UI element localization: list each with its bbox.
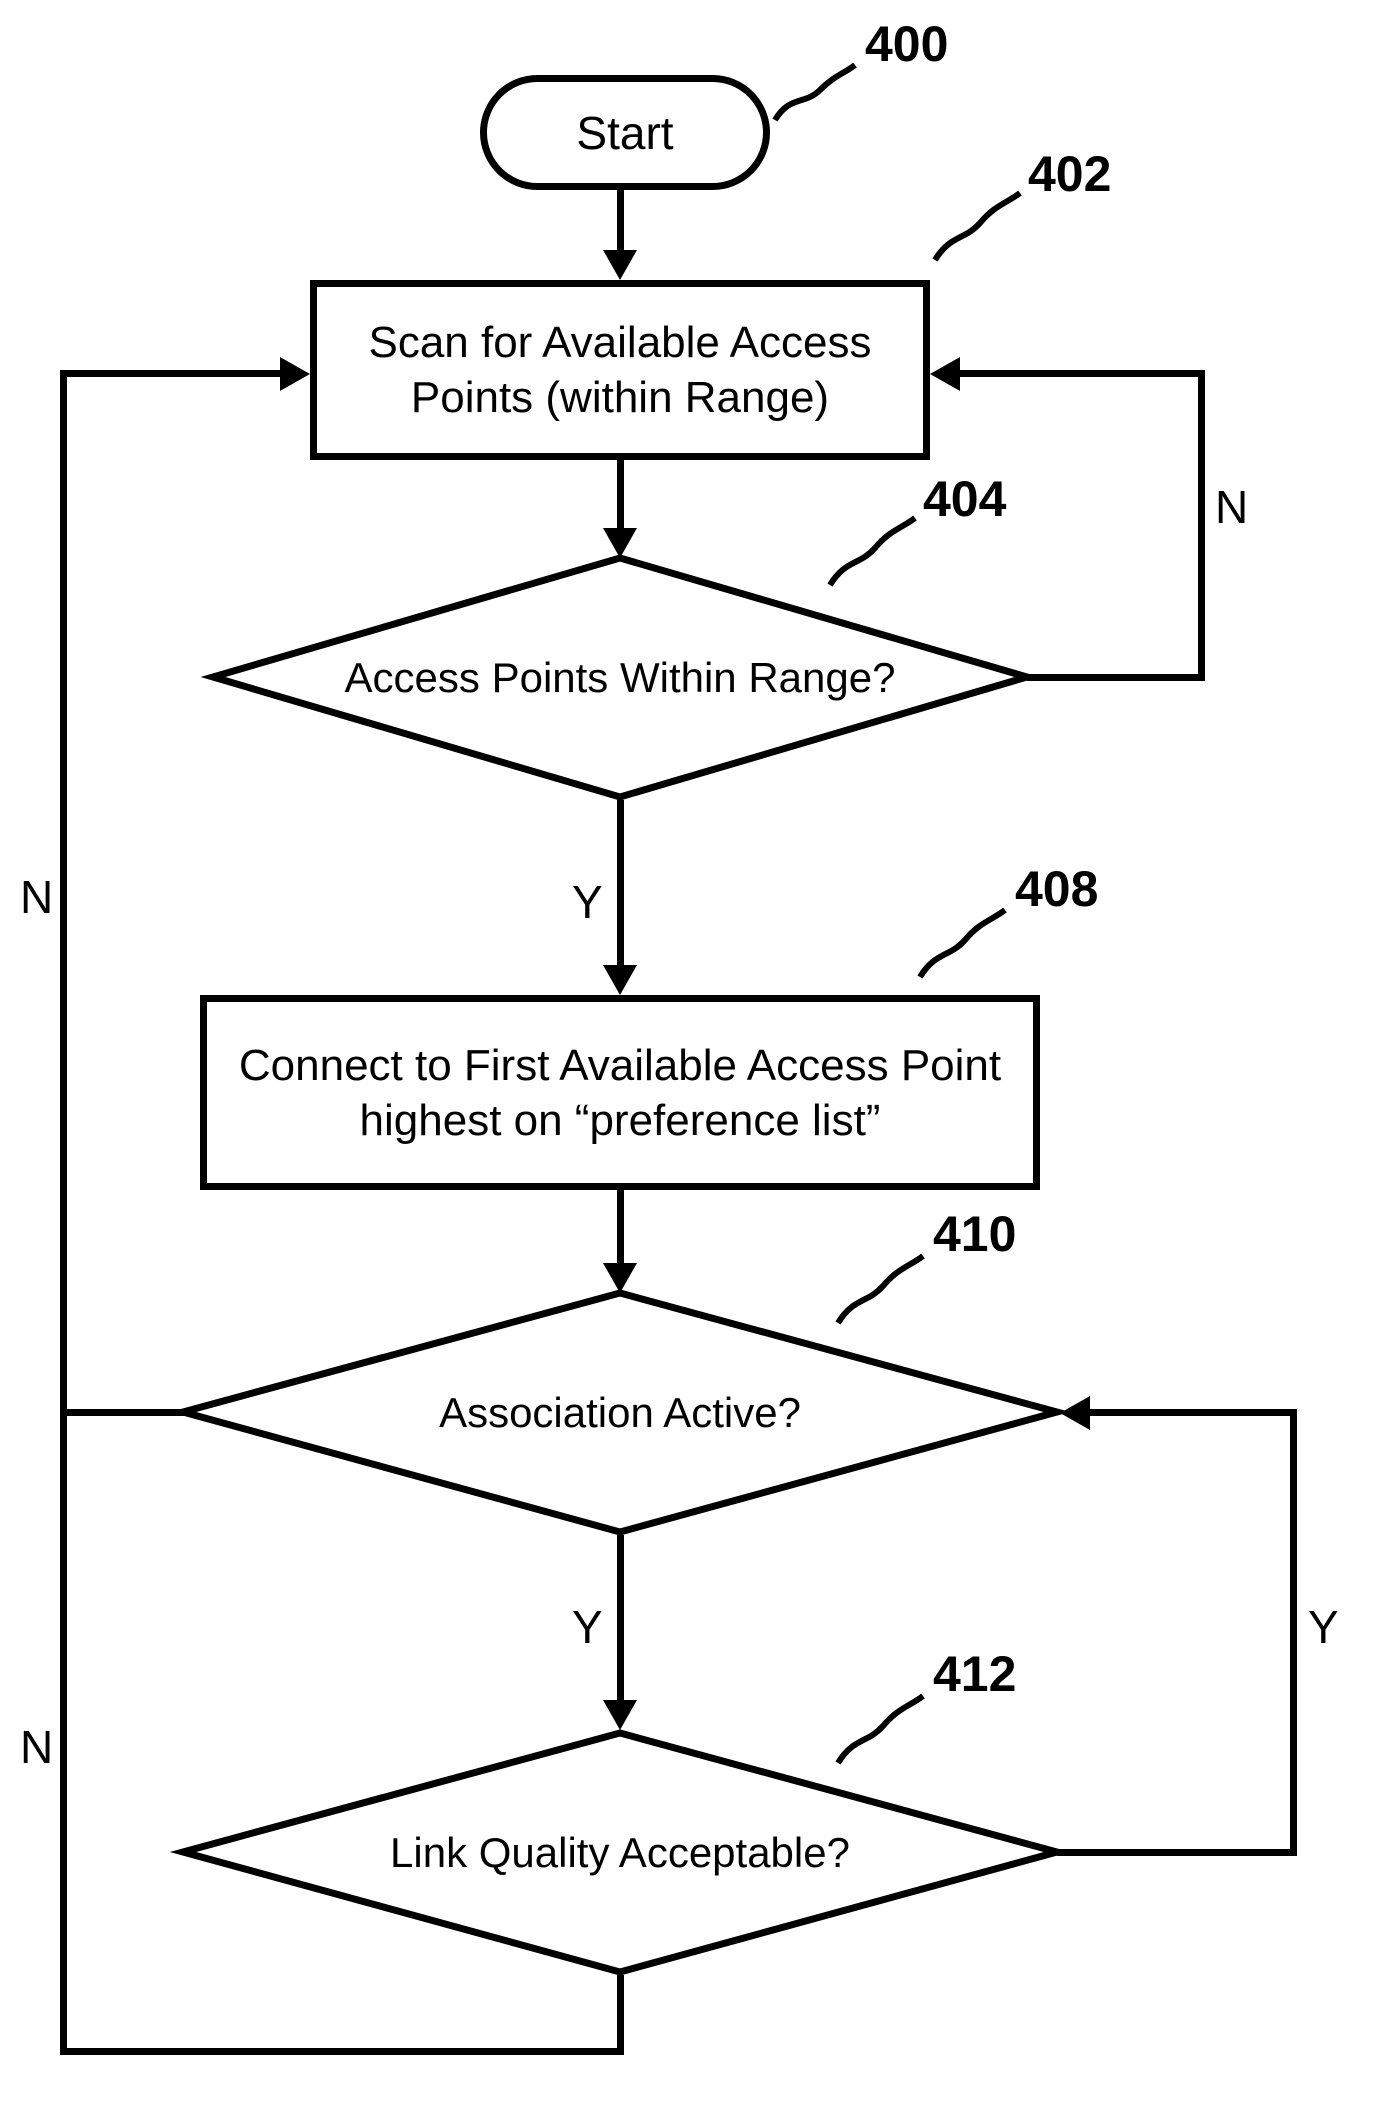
ref-408: 408 bbox=[1015, 860, 1098, 918]
edge-ap-no-h bbox=[1027, 674, 1205, 681]
ref-400: 400 bbox=[865, 15, 948, 73]
ref-402: 402 bbox=[1028, 145, 1111, 203]
edge-link-yes-v bbox=[1290, 1409, 1297, 1856]
edge-link-no-v1 bbox=[617, 1975, 624, 2055]
ref-leader-408 bbox=[920, 902, 1015, 982]
decision-assoc-active-label: Association Active? bbox=[180, 1387, 1060, 1437]
ref-leader-404 bbox=[830, 510, 925, 590]
arrowhead-scan-ap bbox=[603, 528, 637, 558]
edge-assoc-link bbox=[617, 1535, 624, 1703]
terminator-start: Start bbox=[480, 75, 770, 190]
decision-link-quality-label: Link Quality Acceptable? bbox=[180, 1827, 1060, 1877]
arrowhead-ap-connect bbox=[603, 965, 637, 995]
arrowhead-assoc-no bbox=[280, 357, 310, 391]
edge-label-link-yes: Y bbox=[1308, 1600, 1339, 1654]
edge-link-no-h bbox=[60, 2048, 624, 2055]
edge-connect-assoc bbox=[617, 1190, 624, 1265]
edge-ap-no-v bbox=[1198, 370, 1205, 681]
process-connect: Connect to First Available Access Point … bbox=[200, 995, 1040, 1190]
ref-410: 410 bbox=[933, 1205, 1016, 1263]
arrowhead-connect-assoc bbox=[603, 1263, 637, 1293]
arrowhead-link-yes bbox=[1060, 1396, 1090, 1430]
edge-scan-ap bbox=[617, 460, 624, 530]
ref-leader-400 bbox=[775, 55, 865, 135]
arrowhead-assoc-link bbox=[603, 1700, 637, 1730]
edge-link-yes-h2 bbox=[1090, 1409, 1295, 1416]
edge-label-ap-yes: Y bbox=[572, 875, 603, 929]
process-connect-label: Connect to First Available Access Point … bbox=[239, 1038, 1001, 1148]
ref-leader-412 bbox=[838, 1688, 933, 1768]
arrowhead-ap-no bbox=[930, 357, 960, 391]
edge-label-assoc-no: N bbox=[20, 870, 53, 924]
decision-ap-in-range: Access Points Within Range? bbox=[210, 555, 1030, 800]
ref-404: 404 bbox=[923, 470, 1006, 528]
edge-assoc-no-h bbox=[60, 1409, 186, 1416]
process-scan-label: Scan for Available Access Points (within… bbox=[368, 315, 871, 425]
decision-ap-in-range-label: Access Points Within Range? bbox=[210, 652, 1030, 702]
edge-ap-no-h2 bbox=[960, 370, 1200, 377]
edge-assoc-no-v bbox=[60, 370, 67, 1416]
edge-label-assoc-yes: Y bbox=[572, 1600, 603, 1654]
edge-link-yes-h bbox=[1057, 1849, 1297, 1856]
edge-label-ap-no: N bbox=[1215, 480, 1248, 534]
ref-leader-402 bbox=[935, 185, 1030, 265]
edge-link-no-v2 bbox=[60, 1416, 67, 2055]
arrowhead-start-scan bbox=[603, 250, 637, 280]
ref-412: 412 bbox=[933, 1645, 1016, 1703]
edge-assoc-no-h2 bbox=[60, 370, 280, 377]
ref-leader-410 bbox=[838, 1248, 933, 1328]
edge-start-scan bbox=[617, 190, 624, 250]
edge-label-link-no: N bbox=[20, 1720, 53, 1774]
edge-ap-connect bbox=[617, 800, 624, 965]
process-scan: Scan for Available Access Points (within… bbox=[310, 280, 930, 460]
terminator-start-label: Start bbox=[576, 106, 673, 160]
